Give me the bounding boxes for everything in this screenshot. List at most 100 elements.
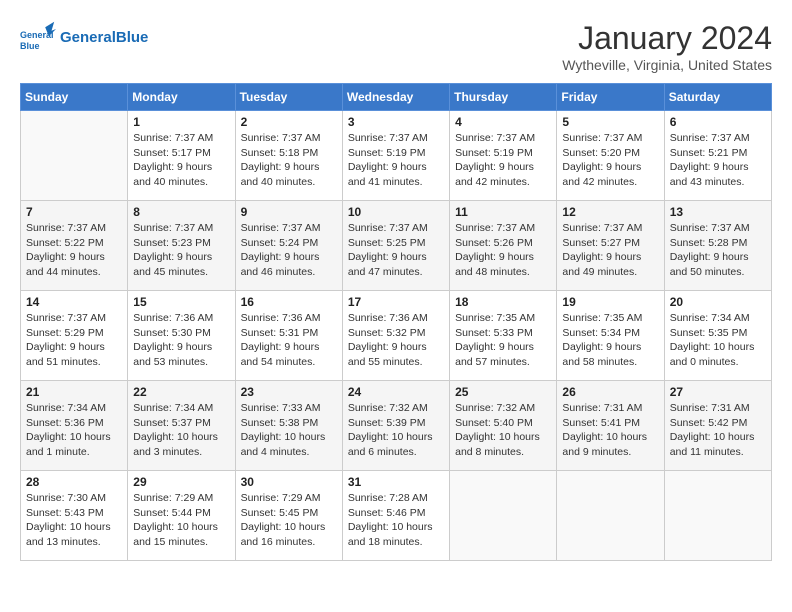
logo: General Blue GeneralBlue <box>20 20 148 56</box>
calendar-cell: 16Sunrise: 7:36 AM Sunset: 5:31 PM Dayli… <box>235 291 342 381</box>
calendar-cell <box>21 111 128 201</box>
day-info: Sunrise: 7:37 AM Sunset: 5:22 PM Dayligh… <box>26 221 122 280</box>
day-number: 20 <box>670 295 766 309</box>
logo-bird-icon: General Blue <box>20 20 56 56</box>
day-info: Sunrise: 7:37 AM Sunset: 5:21 PM Dayligh… <box>670 131 766 190</box>
day-number: 19 <box>562 295 658 309</box>
col-header-monday: Monday <box>128 84 235 111</box>
calendar-cell: 12 Sunrise: 7:37 AM Sunset: 5:27 PM Dayli… <box>557 201 664 291</box>
day-number: 15 <box>133 295 229 309</box>
day-number: 3 <box>348 115 444 129</box>
day-info: Sunrise: 7:37 AM Sunset: 5:27 PM Dayligh… <box>562 221 658 280</box>
calendar-cell: 6 Sunrise: 7:37 AM Sunset: 5:21 PM Daylig… <box>664 111 771 201</box>
calendar-cell: 10 Sunrise: 7:37 AM Sunset: 5:25 PM Dayli… <box>342 201 449 291</box>
day-number: 5 <box>562 115 658 129</box>
calendar-cell: 31 Sunrise: 7:28 AM Sunset: 5:46 PM Dayli… <box>342 471 449 561</box>
col-header-saturday: Saturday <box>664 84 771 111</box>
day-info: Sunrise: 7:37 AM Sunset: 5:28 PM Dayligh… <box>670 221 766 280</box>
day-number: 8 <box>133 205 229 219</box>
day-number: 23 <box>241 385 337 399</box>
calendar-cell: 7Sunrise: 7:37 AM Sunset: 5:22 PM Daylig… <box>21 201 128 291</box>
day-number: 9 <box>241 205 337 219</box>
calendar-cell: 5 Sunrise: 7:37 AM Sunset: 5:20 PM Daylig… <box>557 111 664 201</box>
day-info: Sunrise: 7:29 AM Sunset: 5:44 PM Dayligh… <box>133 491 229 550</box>
calendar-cell: 26 Sunrise: 7:31 AM Sunset: 5:41 PM Dayli… <box>557 381 664 471</box>
day-info: Sunrise: 7:33 AM Sunset: 5:38 PM Dayligh… <box>241 401 337 460</box>
day-info: Sunrise: 7:31 AM Sunset: 5:42 PM Dayligh… <box>670 401 766 460</box>
calendar-cell: 8 Sunrise: 7:37 AM Sunset: 5:23 PM Daylig… <box>128 201 235 291</box>
logo-general: General <box>60 29 116 46</box>
col-header-thursday: Thursday <box>450 84 557 111</box>
day-info: Sunrise: 7:35 AM Sunset: 5:34 PM Dayligh… <box>562 311 658 370</box>
calendar-cell: 24 Sunrise: 7:32 AM Sunset: 5:39 PM Dayli… <box>342 381 449 471</box>
day-info: Sunrise: 7:37 AM Sunset: 5:23 PM Dayligh… <box>133 221 229 280</box>
day-info: Sunrise: 7:28 AM Sunset: 5:46 PM Dayligh… <box>348 491 444 550</box>
calendar-cell: 9 Sunrise: 7:37 AM Sunset: 5:24 PM Daylig… <box>235 201 342 291</box>
calendar-cell: 22 Sunrise: 7:34 AM Sunset: 5:37 PM Dayli… <box>128 381 235 471</box>
page-header: General Blue GeneralBlue January 2024 Wy… <box>20 20 772 73</box>
day-number: 6 <box>670 115 766 129</box>
day-info: Sunrise: 7:32 AM Sunset: 5:39 PM Dayligh… <box>348 401 444 460</box>
day-info: Sunrise: 7:37 AM Sunset: 5:29 PM Dayligh… <box>26 311 122 370</box>
day-number: 10 <box>348 205 444 219</box>
day-number: 14 <box>26 295 122 309</box>
day-info: Sunrise: 7:36 AM Sunset: 5:32 PM Dayligh… <box>348 311 444 370</box>
calendar-cell: 19 Sunrise: 7:35 AM Sunset: 5:34 PM Dayli… <box>557 291 664 381</box>
day-number: 11 <box>455 205 551 219</box>
day-number: 4 <box>455 115 551 129</box>
day-info: Sunrise: 7:37 AM Sunset: 5:25 PM Dayligh… <box>348 221 444 280</box>
col-header-tuesday: Tuesday <box>235 84 342 111</box>
calendar-cell <box>664 471 771 561</box>
day-number: 22 <box>133 385 229 399</box>
day-info: Sunrise: 7:36 AM Sunset: 5:30 PM Dayligh… <box>133 311 229 370</box>
day-info: Sunrise: 7:30 AM Sunset: 5:43 PM Dayligh… <box>26 491 122 550</box>
day-number: 2 <box>241 115 337 129</box>
day-info: Sunrise: 7:37 AM Sunset: 5:26 PM Dayligh… <box>455 221 551 280</box>
day-info: Sunrise: 7:37 AM Sunset: 5:17 PM Dayligh… <box>133 131 229 190</box>
calendar-cell: 25 Sunrise: 7:32 AM Sunset: 5:40 PM Dayli… <box>450 381 557 471</box>
day-number: 31 <box>348 475 444 489</box>
col-header-friday: Friday <box>557 84 664 111</box>
day-number: 24 <box>348 385 444 399</box>
day-info: Sunrise: 7:37 AM Sunset: 5:18 PM Dayligh… <box>241 131 337 190</box>
calendar-cell: 3 Sunrise: 7:37 AM Sunset: 5:19 PM Daylig… <box>342 111 449 201</box>
calendar-cell: 2 Sunrise: 7:37 AM Sunset: 5:18 PM Daylig… <box>235 111 342 201</box>
day-info: Sunrise: 7:34 AM Sunset: 5:36 PM Dayligh… <box>26 401 122 460</box>
day-info: Sunrise: 7:34 AM Sunset: 5:35 PM Dayligh… <box>670 311 766 370</box>
day-number: 12 <box>562 205 658 219</box>
day-number: 26 <box>562 385 658 399</box>
day-number: 29 <box>133 475 229 489</box>
day-info: Sunrise: 7:35 AM Sunset: 5:33 PM Dayligh… <box>455 311 551 370</box>
day-number: 18 <box>455 295 551 309</box>
day-number: 13 <box>670 205 766 219</box>
day-number: 16 <box>241 295 337 309</box>
logo-blue: Blue <box>116 29 149 46</box>
calendar-cell: 30Sunrise: 7:29 AM Sunset: 5:45 PM Dayli… <box>235 471 342 561</box>
day-number: 1 <box>133 115 229 129</box>
calendar-cell: 20 Sunrise: 7:34 AM Sunset: 5:35 PM Dayli… <box>664 291 771 381</box>
calendar-cell: 13 Sunrise: 7:37 AM Sunset: 5:28 PM Dayli… <box>664 201 771 291</box>
day-info: Sunrise: 7:32 AM Sunset: 5:40 PM Dayligh… <box>455 401 551 460</box>
calendar-cell: 23 Sunrise: 7:33 AM Sunset: 5:38 PM Dayli… <box>235 381 342 471</box>
calendar-cell: 14 Sunrise: 7:37 AM Sunset: 5:29 PM Dayli… <box>21 291 128 381</box>
day-number: 25 <box>455 385 551 399</box>
day-info: Sunrise: 7:31 AM Sunset: 5:41 PM Dayligh… <box>562 401 658 460</box>
day-info: Sunrise: 7:29 AM Sunset: 5:45 PM Dayligh… <box>241 491 337 550</box>
day-info: Sunrise: 7:34 AM Sunset: 5:37 PM Dayligh… <box>133 401 229 460</box>
day-info: Sunrise: 7:37 AM Sunset: 5:19 PM Dayligh… <box>348 131 444 190</box>
calendar-cell: 4Sunrise: 7:37 AM Sunset: 5:19 PM Daylig… <box>450 111 557 201</box>
calendar-cell <box>557 471 664 561</box>
day-info: Sunrise: 7:37 AM Sunset: 5:20 PM Dayligh… <box>562 131 658 190</box>
calendar-cell: 27Sunrise: 7:31 AM Sunset: 5:42 PM Dayli… <box>664 381 771 471</box>
calendar-cell: 17 Sunrise: 7:36 AM Sunset: 5:32 PM Dayli… <box>342 291 449 381</box>
day-info: Sunrise: 7:37 AM Sunset: 5:24 PM Dayligh… <box>241 221 337 280</box>
svg-text:Blue: Blue <box>20 41 40 51</box>
day-number: 17 <box>348 295 444 309</box>
calendar-cell <box>450 471 557 561</box>
day-number: 28 <box>26 475 122 489</box>
calendar-table: SundayMondayTuesdayWednesdayThursdayFrid… <box>20 83 772 561</box>
location-subtitle: Wytheville, Virginia, United States <box>562 57 772 73</box>
calendar-cell: 1 Sunrise: 7:37 AM Sunset: 5:17 PM Daylig… <box>128 111 235 201</box>
calendar-cell: 11 Sunrise: 7:37 AM Sunset: 5:26 PM Dayli… <box>450 201 557 291</box>
calendar-cell: 15 Sunrise: 7:36 AM Sunset: 5:30 PM Dayli… <box>128 291 235 381</box>
